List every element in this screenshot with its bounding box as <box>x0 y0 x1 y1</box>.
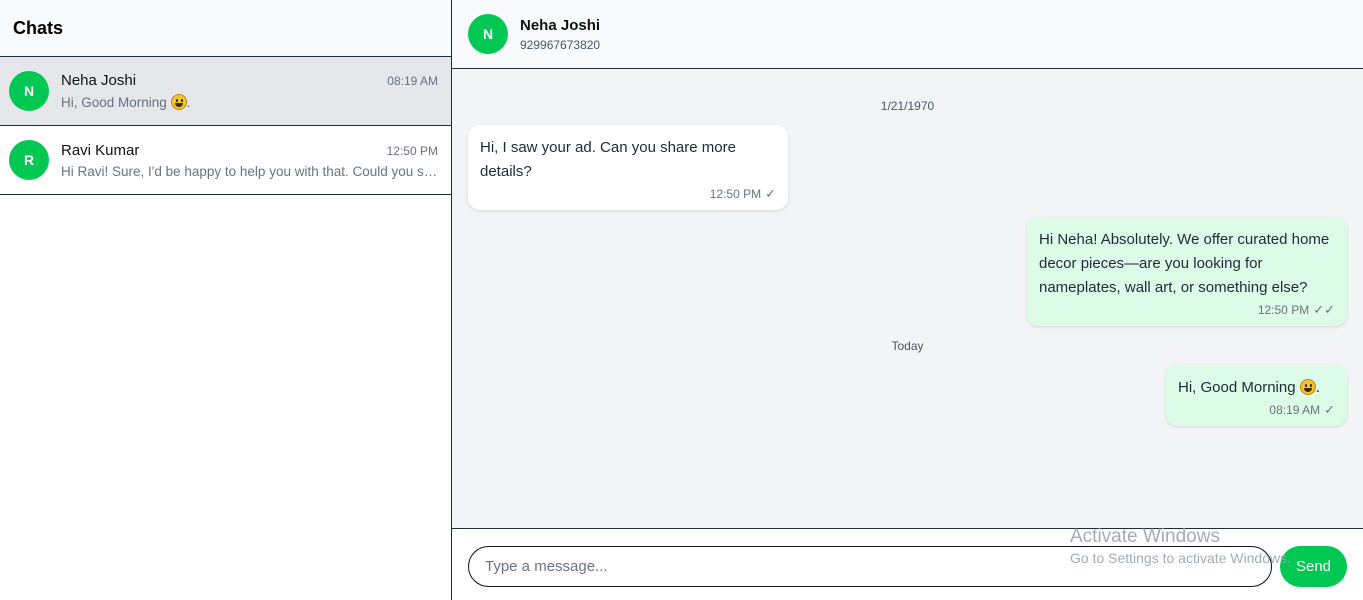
date-separator: 1/21/1970 <box>880 99 935 113</box>
message-input[interactable] <box>468 546 1272 587</box>
contact-avatar[interactable]: N <box>468 14 508 54</box>
check-icon: ✓ <box>1324 402 1335 417</box>
message-bubble-outgoing: Hi Neha! Absolutely. We offer curated ho… <box>1027 217 1347 326</box>
message-bubble-incoming: Hi, I saw your ad. Can you share more de… <box>468 125 788 210</box>
conversation-header: N Neha Joshi 929967673820 <box>452 0 1363 69</box>
message-composer: Send <box>452 528 1363 600</box>
chat-item-neha-joshi[interactable]: N Neha Joshi 08:19 AM Hi, Good Morning . <box>0 57 451 126</box>
message-text-suffix: . <box>1315 379 1320 396</box>
chat-preview-text: Hi, Good Morning <box>61 95 167 110</box>
chat-item-preview: Hi Ravi! Sure, I'd be happy to help you … <box>61 163 438 179</box>
avatar: R <box>9 140 49 180</box>
grinning-face-emoji-icon <box>170 94 187 110</box>
chat-item-name: Neha Joshi <box>61 72 137 89</box>
sidebar-header: Chats <box>0 0 451 57</box>
message-text: Hi, Good Morning <box>1178 379 1296 396</box>
chat-list-sidebar: Chats N Neha Joshi 08:19 AM Hi, Good Mor… <box>0 0 452 600</box>
avatar: N <box>9 71 49 111</box>
chat-item-ravi-kumar[interactable]: R Ravi Kumar 12:50 PM Hi Ravi! Sure, I'd… <box>0 126 451 195</box>
chat-item-preview: Hi, Good Morning . <box>61 94 438 110</box>
chat-item-body: Ravi Kumar 12:50 PM Hi Ravi! Sure, I'd b… <box>61 142 438 179</box>
conversation-panel: N Neha Joshi 929967673820 1/21/1970 Hi, … <box>452 0 1363 600</box>
chat-item-time: 08:19 AM <box>387 74 438 88</box>
send-button[interactable]: Send <box>1280 546 1347 587</box>
chat-item-body: Neha Joshi 08:19 AM Hi, Good Morning . <box>61 72 438 110</box>
double-check-icon: ✓✓ <box>1313 302 1335 317</box>
chat-preview-suffix: . <box>186 95 191 110</box>
message-text: Hi Neha! Absolutely. We offer curated ho… <box>1039 231 1330 296</box>
contact-phone: 929967673820 <box>520 37 601 52</box>
message-text: Hi, I saw your ad. Can you share more de… <box>480 139 736 180</box>
contact-name: Neha Joshi <box>520 16 601 34</box>
check-icon: ✓ <box>765 186 776 201</box>
message-bubble-outgoing: Hi, Good Morning . 08:19 AM ✓ <box>1166 365 1347 426</box>
message-time: 12:50 PM <box>1257 303 1310 317</box>
message-list[interactable]: 1/21/1970 Hi, I saw your ad. Can you sha… <box>452 69 1363 528</box>
message-time: 08:19 AM <box>1269 403 1321 417</box>
grinning-face-emoji-icon <box>1299 379 1316 395</box>
date-separator: Today <box>891 339 924 353</box>
chat-item-time: 12:50 PM <box>386 143 438 158</box>
chat-item-name: Ravi Kumar <box>61 141 140 159</box>
message-time: 12:50 PM <box>709 187 762 201</box>
sidebar-title: Chats <box>13 17 64 38</box>
